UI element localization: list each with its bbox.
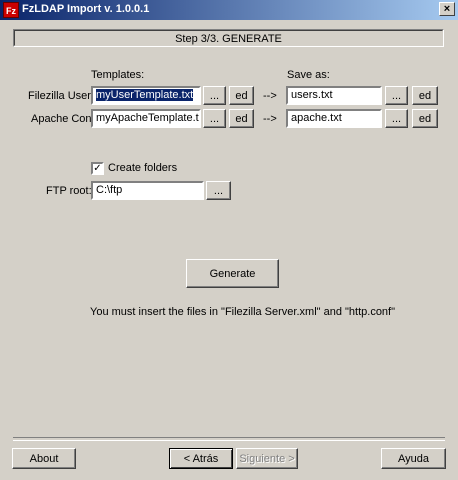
apache-template-browse-button[interactable]: ... (203, 109, 226, 128)
ftp-root-browse-button[interactable]: ... (206, 181, 231, 200)
apache-template-input[interactable]: myApacheTemplate.txt (91, 109, 201, 128)
ftp-root-input[interactable]: C:\ftp (91, 181, 204, 200)
close-button[interactable]: × (439, 2, 455, 16)
apache-save-edit-button[interactable]: ed (412, 109, 438, 128)
ftp-root-label: FTP root: (46, 185, 92, 197)
apache-arrow: --> (263, 113, 277, 125)
filezilla-save-input[interactable]: users.txt (286, 86, 382, 105)
filezilla-save-edit-button[interactable]: ed (412, 86, 438, 105)
apache-conf-label: Apache Conf: (31, 113, 98, 125)
next-button[interactable]: Siguiente > (236, 448, 298, 469)
filezilla-users-label: Filezilla Users: (28, 90, 100, 102)
back-button[interactable]: < Atrás (169, 448, 233, 469)
filezilla-template-browse-button[interactable]: ... (203, 86, 226, 105)
apache-save-browse-button[interactable]: ... (385, 109, 408, 128)
apache-template-edit-button[interactable]: ed (229, 109, 254, 128)
create-folders-label[interactable]: Create folders (108, 162, 177, 174)
generate-button[interactable]: Generate (186, 259, 279, 288)
step-label: Step 3/3. GENERATE (175, 33, 282, 45)
app-icon: Fz (3, 2, 19, 18)
save-as-header: Save as: (287, 69, 330, 81)
title-bar: Fz FzLDAP Import v. 1.0.0.1 × (0, 0, 458, 20)
apache-save-input[interactable]: apache.txt (286, 109, 382, 128)
templates-header: Templates: (91, 69, 145, 81)
window-title: FzLDAP Import v. 1.0.0.1 (22, 3, 150, 15)
filezilla-template-edit-button[interactable]: ed (229, 86, 254, 105)
instruction-message: You must insert the files in "Filezilla … (90, 306, 396, 318)
filezilla-arrow: --> (263, 90, 277, 102)
filezilla-template-input[interactable]: myUserTemplate.txt (91, 86, 201, 105)
step-indicator: Step 3/3. GENERATE (13, 29, 444, 47)
footer-separator (13, 437, 445, 441)
filezilla-save-browse-button[interactable]: ... (385, 86, 408, 105)
help-button[interactable]: Ayuda (381, 448, 446, 469)
about-button[interactable]: About (12, 448, 76, 469)
create-folders-checkbox[interactable]: ✓ (91, 162, 104, 175)
